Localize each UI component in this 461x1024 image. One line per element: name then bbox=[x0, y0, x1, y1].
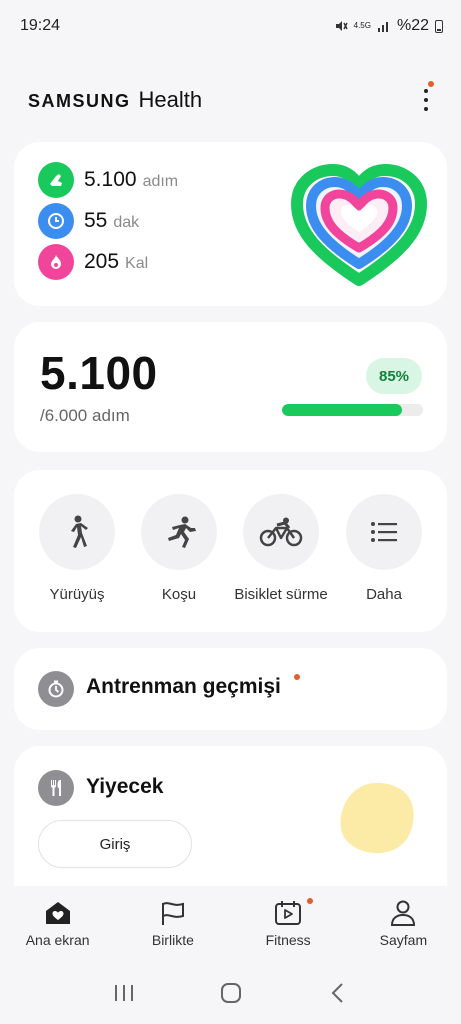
steps-progress-fill bbox=[282, 404, 402, 416]
brand-health: Health bbox=[138, 87, 203, 112]
recent-apps-icon[interactable] bbox=[113, 983, 135, 1003]
brand-logo: SAMSUNG Health bbox=[28, 87, 202, 113]
shoe-icon bbox=[38, 162, 74, 198]
steps-goal: /6.000 adım bbox=[40, 406, 130, 425]
battery-icon bbox=[435, 19, 443, 33]
activity-heart-icon bbox=[291, 164, 427, 286]
daily-summary-card[interactable]: 5.100 adım 55 dak 205 Kal bbox=[14, 142, 447, 306]
system-navigation bbox=[0, 962, 461, 1024]
nav-fitness[interactable]: Fitness bbox=[231, 886, 346, 962]
steps-count: 5.100 bbox=[40, 347, 158, 399]
status-bar: 19:24 4.5G %22 bbox=[0, 0, 461, 52]
more-dot bbox=[424, 107, 428, 111]
steps-card[interactable]: 5.100 /6.000 adım 85% bbox=[14, 322, 447, 452]
activity-label: Daha bbox=[366, 586, 402, 603]
home-icon bbox=[45, 902, 70, 924]
more-options-button[interactable] bbox=[414, 81, 438, 115]
utensils-icon bbox=[38, 770, 74, 806]
calories-summary-row: 205 Kal bbox=[38, 244, 148, 280]
walk-icon bbox=[39, 494, 115, 570]
food-card[interactable]: Yiyecek Giriş bbox=[14, 746, 447, 906]
more-dot bbox=[424, 98, 428, 102]
app-header: SAMSUNG Health bbox=[28, 81, 438, 118]
clock-icon bbox=[38, 203, 74, 239]
activity-walk[interactable]: Yürüyüş bbox=[22, 494, 132, 603]
workout-history-title: Antrenman geçmişi bbox=[86, 675, 281, 698]
food-title: Yiyecek bbox=[86, 775, 164, 798]
mute-icon bbox=[335, 21, 348, 31]
minutes-unit: dak bbox=[113, 214, 140, 231]
signal-icon bbox=[377, 22, 388, 32]
steps-summary-row: 5.100 adım bbox=[38, 162, 178, 198]
minutes-summary-row: 55 dak bbox=[38, 203, 139, 239]
activity-run[interactable]: Koşu bbox=[124, 494, 234, 603]
flame-icon bbox=[38, 244, 74, 280]
nav-label: Ana ekran bbox=[25, 932, 90, 948]
notification-dot bbox=[294, 674, 300, 680]
food-entry-button[interactable]: Giriş bbox=[38, 820, 192, 868]
steps-value: 5.100 bbox=[84, 168, 137, 191]
run-icon bbox=[141, 494, 217, 570]
home-button-icon[interactable] bbox=[220, 982, 242, 1004]
bike-icon bbox=[243, 494, 319, 570]
steps-progress-bar bbox=[282, 404, 423, 416]
stopwatch-icon bbox=[38, 671, 74, 707]
lemon-icon bbox=[340, 782, 414, 854]
bottom-navigation: Ana ekran Birlikte Fitness Sayfam bbox=[0, 886, 461, 962]
activity-bike[interactable]: Bisiklet sürme bbox=[226, 494, 336, 603]
workout-history-card[interactable]: Antrenman geçmişi bbox=[14, 648, 447, 730]
activity-shortcuts-card: Yürüyüş Koşu Bisiklet sürme Daha bbox=[14, 470, 447, 632]
list-icon bbox=[346, 494, 422, 570]
nav-label: Fitness bbox=[265, 932, 311, 948]
flag-icon bbox=[161, 902, 184, 925]
notification-dot bbox=[428, 81, 434, 87]
nav-together[interactable]: Birlikte bbox=[115, 886, 314, 962]
calories-value: 205 bbox=[84, 250, 120, 273]
nav-my-page[interactable]: Sayfam bbox=[346, 886, 461, 962]
status-time: 19:24 bbox=[20, 17, 61, 34]
activity-label: Bisiklet sürme bbox=[234, 586, 328, 603]
status-icons: 4.5G %22 bbox=[334, 17, 443, 35]
progress-percent-badge: 85% bbox=[366, 358, 422, 394]
brand-samsung: SAMSUNG bbox=[28, 91, 131, 111]
activity-more[interactable]: Daha bbox=[329, 494, 439, 603]
minutes-value: 55 bbox=[84, 209, 108, 232]
activity-label: Yürüyüş bbox=[49, 586, 105, 603]
nav-label: Birlikte bbox=[151, 932, 194, 948]
network-type: 4.5G bbox=[353, 21, 371, 30]
battery-text: %22 bbox=[396, 17, 429, 34]
fitness-icon bbox=[275, 901, 302, 925]
more-dot bbox=[424, 89, 428, 93]
person-icon bbox=[391, 900, 416, 926]
steps-unit: adım bbox=[142, 173, 179, 190]
nav-label: Sayfam bbox=[379, 932, 428, 948]
calories-unit: Kal bbox=[125, 255, 149, 272]
nav-home[interactable]: Ana ekran bbox=[0, 886, 115, 962]
activity-label: Koşu bbox=[161, 586, 197, 603]
back-icon[interactable] bbox=[328, 982, 348, 1004]
